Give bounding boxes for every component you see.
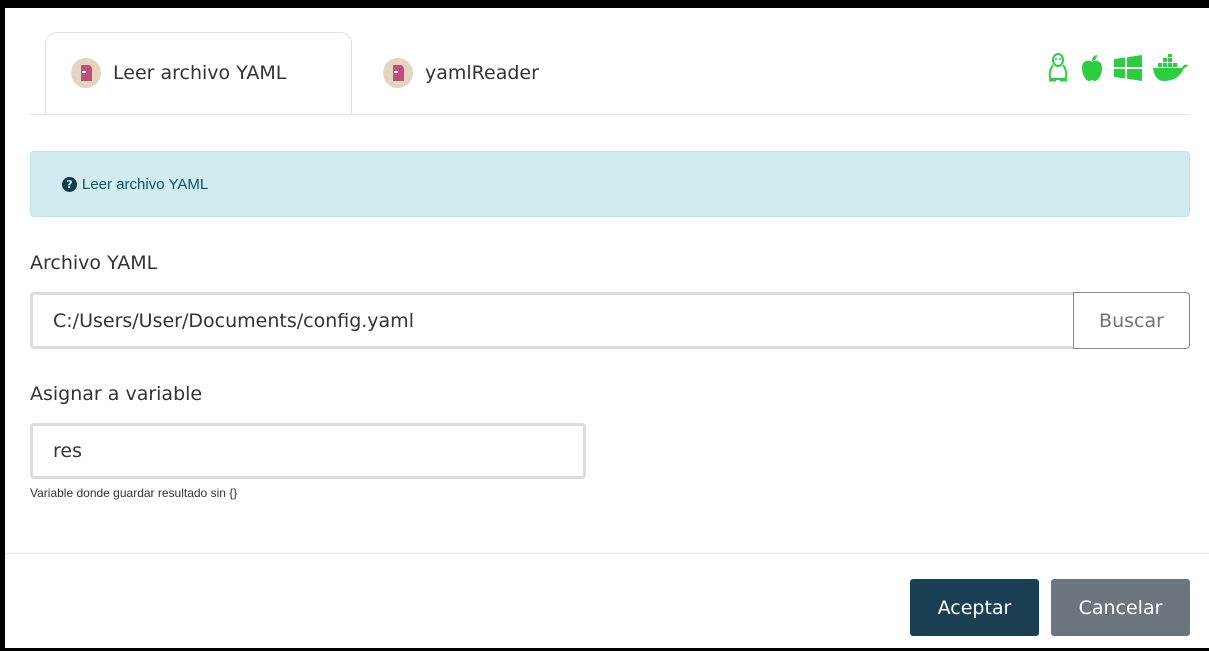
module-icon (71, 58, 101, 88)
question-circle-icon: ? (62, 176, 77, 192)
linux-icon (1046, 52, 1070, 84)
variable-input[interactable] (30, 423, 586, 479)
tab-yamlreader[interactable]: yamlReader (370, 32, 590, 113)
yaml-file-input[interactable] (30, 292, 1073, 349)
alert-text: Leer archivo YAML (82, 175, 209, 193)
variable-label: Asignar a variable (30, 383, 203, 405)
tab-bar: Leer archivo YAML yamlReader (30, 32, 1190, 115)
tab-label: Leer archivo YAML (113, 62, 287, 84)
yaml-file-group: Buscar (30, 292, 1190, 349)
browse-button[interactable]: Buscar (1073, 292, 1190, 349)
os-compatibility (1046, 52, 1190, 84)
cancel-button[interactable]: Cancelar (1051, 579, 1190, 636)
apple-icon (1080, 53, 1104, 83)
info-alert: ? Leer archivo YAML (30, 151, 1190, 217)
accept-button[interactable]: Aceptar (910, 579, 1039, 636)
docker-icon (1152, 54, 1190, 82)
variable-help-text: Variable donde guardar resultado sin {} (30, 486, 238, 500)
tab-label: yamlReader (425, 61, 539, 84)
footer-divider (5, 553, 1209, 554)
module-icon (383, 57, 413, 88)
dialog: Leer archivo YAML yamlReader ? Leer arch… (5, 6, 1209, 648)
tab-leer-archivo-yaml[interactable]: Leer archivo YAML (45, 32, 352, 114)
windows-icon (1114, 55, 1142, 81)
yaml-file-label: Archivo YAML (30, 252, 158, 274)
